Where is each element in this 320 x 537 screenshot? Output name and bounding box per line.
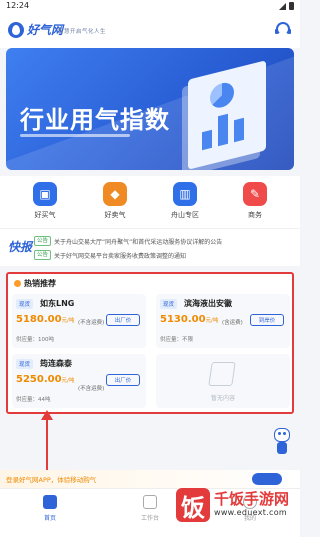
price-value: 5180.00 xyxy=(16,314,62,325)
watermark-url: www.eduext.com xyxy=(214,508,287,517)
product-name: 筠连森泰 xyxy=(40,359,72,368)
price-note: (不含运费) xyxy=(78,320,105,326)
bar-graphic xyxy=(234,117,244,143)
product-name: 如东LNG xyxy=(40,299,75,308)
tab-home[interactable]: 首页 xyxy=(15,495,85,537)
tab-label: 工作台 xyxy=(140,515,159,522)
price-value: 5250.00 xyxy=(16,374,62,385)
price-note: (含运费) xyxy=(222,320,243,326)
quick-nav-label: 舟山专区 xyxy=(171,211,199,219)
app-header: 好气网 智慧开启气化人生 xyxy=(0,14,300,48)
product-tag: 现货 xyxy=(16,359,34,369)
supply-amount: 供应量：44吨 xyxy=(16,397,51,403)
price-unit: 元/吨 xyxy=(61,378,75,384)
home-icon xyxy=(43,495,57,509)
promo-banner[interactable]: 行业用气指数 xyxy=(6,48,294,170)
bar-graphic xyxy=(202,129,212,151)
signal-icon xyxy=(278,2,286,10)
flame-logo-icon xyxy=(8,21,24,38)
news-badge: 快报 xyxy=(8,240,33,254)
quick-nav-buy-gas[interactable]: ▣ 好买气 xyxy=(15,182,75,228)
product-card[interactable]: 现货 如东LNG 5180.00元/吨 (不含运费) 出厂价 供应量：100吨 xyxy=(12,294,146,348)
product-price: 5250.00元/吨 xyxy=(16,374,74,385)
watermark: 饭 千饭手游网 www.eduext.com xyxy=(176,482,296,534)
price-type-button[interactable]: 出厂价 xyxy=(106,314,140,326)
empty-box-icon xyxy=(208,362,236,386)
quick-nav-business[interactable]: ✎ 商务 xyxy=(225,182,285,228)
promo-text: 登录好气网APP，体验移动购气 xyxy=(6,476,97,484)
watermark-name: 千饭手游网 xyxy=(214,490,290,508)
quick-nav-sell-gas[interactable]: ◆ 好卖气 xyxy=(85,182,145,228)
battery-icon xyxy=(289,2,294,10)
product-card[interactable]: 现货 筠连森泰 5250.00元/吨 (不含运费) 出厂价 供应量：44吨 xyxy=(12,354,146,408)
product-tag: 现货 xyxy=(160,299,178,309)
status-bar: 12:24 xyxy=(0,0,300,14)
news-list: 公告 关于舟山交易大厅“同舟聚气”和首代采运动服务协议详解的公告 公告 关于好气… xyxy=(34,234,294,262)
robot-head xyxy=(274,428,290,442)
product-price: 5180.00元/吨 xyxy=(16,314,74,325)
bar-graphic xyxy=(218,113,228,147)
tag-icon: ◆ xyxy=(103,182,127,206)
status-icons xyxy=(278,2,294,10)
robot-eye xyxy=(283,432,286,435)
slogan: 智慧开启气化人生 xyxy=(58,29,107,35)
quick-nav-label: 好卖气 xyxy=(104,211,126,219)
cart-icon: ▣ xyxy=(33,182,57,206)
price-unit: 元/吨 xyxy=(205,318,219,324)
app-logo: 好气网 xyxy=(8,21,63,38)
building-icon: ▥ xyxy=(173,182,197,206)
pie-graphic xyxy=(210,80,234,111)
status-time: 12:24 xyxy=(6,1,30,10)
news-item[interactable]: 公告 关于好气网交易平台卖家服务收费政策调整的通知 xyxy=(34,248,294,262)
news-text: 关于好气网交易平台卖家服务收费政策调整的通知 xyxy=(54,252,187,260)
quick-nav-label: 商务 xyxy=(248,211,262,219)
tab-label: 首页 xyxy=(43,515,56,522)
price-type-button[interactable]: 出厂价 xyxy=(106,374,140,386)
quick-nav-zhoushan[interactable]: ▥ 舟山专区 xyxy=(155,182,215,228)
price-note: (不含运费) xyxy=(78,386,105,392)
robot-eye xyxy=(278,432,281,435)
product-tag: 现货 xyxy=(16,299,34,309)
quick-nav-label: 好买气 xyxy=(34,211,56,219)
supply-amount: 供应量：100吨 xyxy=(16,337,54,343)
price-value: 5130.00 xyxy=(160,314,206,325)
document-icon: ✎ xyxy=(243,182,267,206)
flame-icon xyxy=(14,280,21,287)
news-tag: 公告 xyxy=(34,250,52,260)
price-type-button[interactable]: 到岸价 xyxy=(250,314,284,326)
assistant-robot-icon[interactable] xyxy=(272,428,292,456)
banner-title: 行业用气指数 xyxy=(20,106,170,134)
robot-body xyxy=(277,442,287,454)
watermark-logo-icon: 饭 xyxy=(176,488,210,522)
section-title: 热销推荐 xyxy=(14,278,56,289)
quick-nav: ▣ 好买气 ◆ 好卖气 ▥ 舟山专区 ✎ 商务 xyxy=(0,176,300,228)
section-title-text: 热销推荐 xyxy=(24,279,56,288)
hot-sales-section: 热销推荐 现货 如东LNG 5180.00元/吨 (不含运费) 出厂价 供应量：… xyxy=(6,272,294,414)
price-unit: 元/吨 xyxy=(61,318,75,324)
news-tag: 公告 xyxy=(34,236,52,246)
tab-workbench[interactable]: 工作台 xyxy=(115,495,185,537)
product-name: 滨海液出安徽 xyxy=(184,299,232,308)
product-card[interactable]: 现货 滨海液出安徽 5130.00元/吨 (含运费) 到岸价 供应量：不限 xyxy=(156,294,290,348)
grid-icon xyxy=(143,495,157,509)
empty-card: 暂无内容 xyxy=(156,354,290,408)
news-text: 关于舟山交易大厅“同舟聚气”和首代采运动服务协议详解的公告 xyxy=(54,238,223,246)
supply-amount: 供应量：不限 xyxy=(160,337,194,343)
news-ticker: 快报 公告 关于舟山交易大厅“同舟聚气”和首代采运动服务协议详解的公告 公告 关… xyxy=(0,228,300,266)
empty-text: 暂无内容 xyxy=(210,395,235,402)
news-item[interactable]: 公告 关于舟山交易大厅“同舟聚气”和首代采运动服务协议详解的公告 xyxy=(34,234,294,248)
customer-service-icon[interactable] xyxy=(275,22,291,36)
banner-underline xyxy=(20,134,130,137)
product-price: 5130.00元/吨 xyxy=(160,314,218,325)
